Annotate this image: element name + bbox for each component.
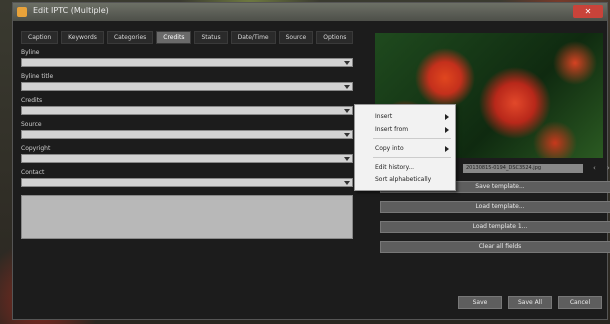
byline-label: Byline: [21, 49, 40, 56]
save-button[interactable]: Save: [458, 296, 502, 309]
close-button[interactable]: ✕: [573, 5, 603, 18]
tab-categories[interactable]: Categories: [106, 31, 154, 44]
contact-label: Contact: [21, 169, 45, 176]
byline-input[interactable]: [21, 58, 353, 67]
contact-textarea[interactable]: [21, 195, 353, 239]
tab-keywords[interactable]: Keywords: [61, 31, 104, 44]
chevron-down-icon[interactable]: [344, 85, 350, 89]
tab-status[interactable]: Status: [194, 31, 228, 44]
load-template-button[interactable]: Load template...: [380, 201, 610, 213]
copyright-input[interactable]: [21, 154, 353, 163]
window-title: Edit IPTC (Multiple): [33, 6, 109, 15]
cancel-button[interactable]: Cancel: [558, 296, 602, 309]
menu-separator: [373, 138, 451, 139]
chevron-down-icon[interactable]: [344, 181, 350, 185]
byline-title-label: Byline title: [21, 73, 54, 80]
iptc-editor-window: Edit IPTC (Multiple) ✕ Caption Keywords …: [12, 2, 610, 320]
tab-date-time[interactable]: Date/Time: [230, 31, 276, 44]
tab-credits[interactable]: Credits: [156, 31, 192, 44]
previous-image-icon[interactable]: ‹: [593, 164, 596, 172]
credits-label: Credits: [21, 97, 43, 104]
source-label: Source: [21, 121, 42, 128]
submenu-arrow-icon: [445, 146, 449, 152]
tab-bar: Caption Keywords Categories Credits Stat…: [21, 31, 354, 44]
tab-source[interactable]: Source: [278, 31, 314, 44]
app-icon: [17, 7, 27, 17]
load-template-1-button[interactable]: Load template 1...: [380, 221, 610, 233]
next-image-icon[interactable]: ›: [607, 164, 610, 172]
menu-item-sort-alphabetically[interactable]: Sort alphabetically: [375, 176, 431, 183]
source-input[interactable]: [21, 130, 353, 139]
chevron-down-icon[interactable]: [344, 109, 350, 113]
save-all-button[interactable]: Save All: [508, 296, 552, 309]
submenu-arrow-icon: [445, 114, 449, 120]
menu-item-edit-history[interactable]: Edit history...: [375, 164, 414, 171]
chevron-down-icon[interactable]: [344, 133, 350, 137]
byline-title-input[interactable]: [21, 82, 353, 91]
menu-item-insert-from[interactable]: Insert from: [375, 126, 408, 133]
chevron-down-icon[interactable]: [344, 157, 350, 161]
menu-item-insert[interactable]: Insert: [375, 113, 392, 120]
menu-item-copy-into[interactable]: Copy into: [375, 145, 404, 152]
chevron-down-icon[interactable]: [344, 61, 350, 65]
clear-all-fields-button[interactable]: Clear all fields: [380, 241, 610, 253]
submenu-arrow-icon: [445, 127, 449, 133]
filename-bar: 20130815-0194_DSC3524.jpg: [463, 164, 583, 173]
title-bar[interactable]: Edit IPTC (Multiple) ✕: [13, 3, 607, 21]
copyright-label: Copyright: [21, 145, 51, 152]
credits-input[interactable]: [21, 106, 353, 115]
tab-caption[interactable]: Caption: [21, 31, 59, 44]
contact-input[interactable]: [21, 178, 353, 187]
context-menu: Insert Insert from Copy into Edit histor…: [354, 104, 456, 191]
menu-separator: [373, 157, 451, 158]
tab-options[interactable]: Options: [316, 31, 354, 44]
